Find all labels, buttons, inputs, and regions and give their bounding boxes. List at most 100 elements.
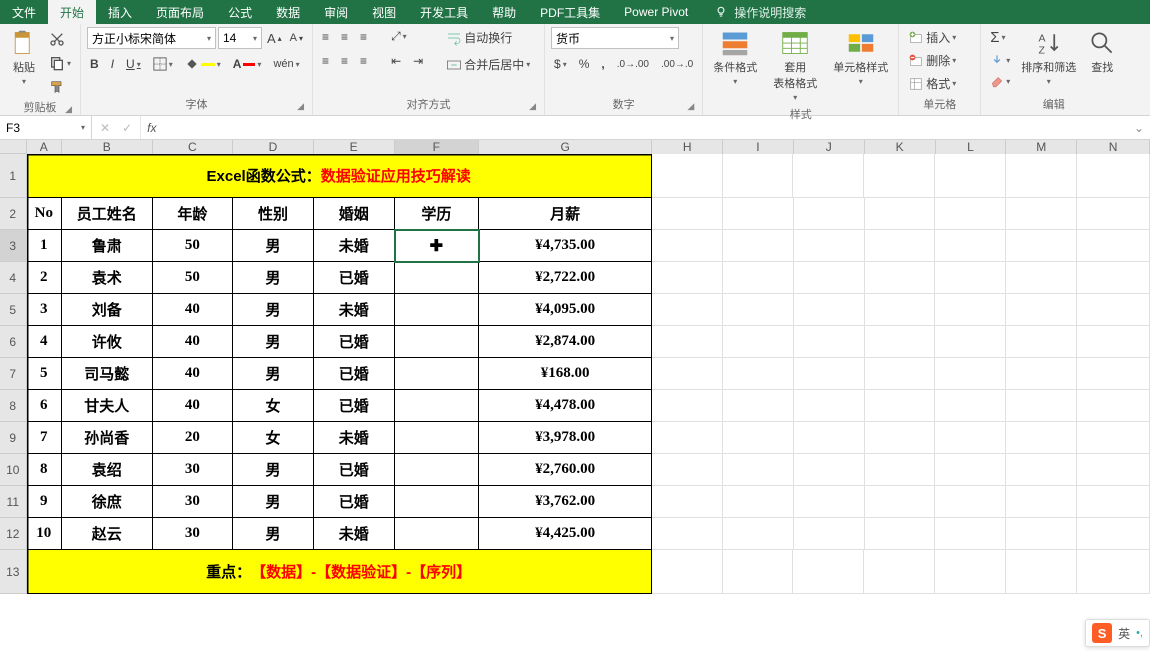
insert-cells-button[interactable]: 插入 ▾: [905, 27, 959, 48]
table-cell[interactable]: 徐庶: [62, 486, 152, 518]
format-as-table-button[interactable]: 套用 表格格式▾: [769, 27, 821, 104]
table-cell[interactable]: 司马懿: [62, 358, 152, 390]
cell[interactable]: [794, 326, 865, 358]
bold-button[interactable]: B: [87, 55, 102, 73]
increase-font-button[interactable]: A▴: [264, 29, 285, 48]
cell[interactable]: [794, 422, 865, 454]
cell[interactable]: [794, 358, 865, 390]
table-cell[interactable]: 男: [233, 486, 314, 518]
table-cell[interactable]: 刘备: [62, 294, 152, 326]
table-cell[interactable]: ¥3,978.00: [479, 422, 652, 454]
row-header[interactable]: 3: [0, 230, 27, 262]
cell[interactable]: [652, 454, 723, 486]
row-header[interactable]: 5: [0, 294, 27, 326]
align-middle-button[interactable]: ≡: [338, 28, 351, 46]
cell[interactable]: [935, 358, 1006, 390]
tab-data[interactable]: 数据: [264, 0, 312, 24]
decrease-indent-button[interactable]: ⇤: [388, 52, 404, 70]
cell[interactable]: [935, 454, 1006, 486]
cell[interactable]: [723, 390, 794, 422]
tab-developer[interactable]: 开发工具: [408, 0, 480, 24]
merge-center-button[interactable]: 合并后居中 ▾: [443, 54, 533, 75]
cell[interactable]: [1077, 358, 1150, 390]
cell[interactable]: [1006, 390, 1077, 422]
cell[interactable]: [1006, 230, 1077, 262]
table-cell[interactable]: 1: [27, 230, 63, 262]
autosum-button[interactable]: Σ ▾: [987, 27, 1013, 48]
cell[interactable]: [1006, 550, 1077, 594]
col-header[interactable]: N: [1077, 140, 1150, 154]
border-button[interactable]: ▾: [150, 55, 176, 73]
comma-button[interactable]: ,: [598, 55, 607, 73]
cell[interactable]: [794, 262, 865, 294]
fx-button[interactable]: fx: [141, 116, 162, 139]
cut-button[interactable]: [46, 29, 74, 49]
table-cell[interactable]: 40: [153, 326, 234, 358]
col-header[interactable]: J: [794, 140, 865, 154]
font-size-combo[interactable]: 14▾: [218, 27, 262, 49]
table-cell[interactable]: 男: [233, 454, 314, 486]
cell[interactable]: [935, 486, 1006, 518]
cell[interactable]: [1077, 326, 1150, 358]
cell[interactable]: [1077, 198, 1150, 230]
table-cell[interactable]: 未婚: [314, 518, 395, 550]
tab-home[interactable]: 开始: [48, 0, 96, 24]
table-cell[interactable]: [395, 262, 480, 294]
table-cell[interactable]: ¥2,722.00: [479, 262, 652, 294]
footer-cell[interactable]: 重点：【数据】-【数据验证】-【序列】: [27, 550, 652, 594]
cell[interactable]: [652, 262, 723, 294]
spreadsheet-grid[interactable]: A B C D E F G H I J K L M N 1Excel函数公式：数…: [0, 140, 1150, 655]
table-header[interactable]: 性别: [233, 198, 314, 230]
table-cell[interactable]: 40: [153, 294, 234, 326]
cell[interactable]: [865, 422, 936, 454]
col-header[interactable]: D: [233, 140, 314, 154]
cell[interactable]: [794, 198, 865, 230]
cell[interactable]: [723, 454, 794, 486]
cell[interactable]: [865, 294, 936, 326]
cell[interactable]: [652, 390, 723, 422]
cell[interactable]: [1077, 294, 1150, 326]
table-cell[interactable]: 8: [27, 454, 63, 486]
table-cell[interactable]: 女: [233, 422, 314, 454]
table-cell[interactable]: 袁绍: [62, 454, 152, 486]
table-cell[interactable]: 30: [153, 518, 234, 550]
cell[interactable]: [1077, 486, 1150, 518]
cell[interactable]: [1006, 294, 1077, 326]
row-header[interactable]: 2: [0, 198, 27, 230]
table-cell[interactable]: 袁术: [62, 262, 152, 294]
cell[interactable]: [793, 550, 864, 594]
wrap-text-button[interactable]: 自动换行: [443, 27, 533, 48]
cell[interactable]: [1077, 262, 1150, 294]
table-cell[interactable]: 30: [153, 486, 234, 518]
tell-me[interactable]: 操作说明搜索: [700, 0, 806, 24]
cell[interactable]: [723, 550, 794, 594]
cell[interactable]: [865, 358, 936, 390]
cell[interactable]: [794, 390, 865, 422]
table-cell[interactable]: 男: [233, 262, 314, 294]
cell[interactable]: [723, 154, 794, 198]
tab-review[interactable]: 审阅: [312, 0, 360, 24]
table-cell[interactable]: 30: [153, 454, 234, 486]
col-header[interactable]: A: [27, 140, 62, 154]
find-select-button[interactable]: 查找: [1084, 27, 1120, 77]
accounting-format-button[interactable]: $ ▾: [551, 55, 570, 73]
table-cell[interactable]: 男: [233, 230, 314, 262]
row-header[interactable]: 10: [0, 454, 27, 486]
col-header[interactable]: C: [153, 140, 234, 154]
enter-formula-icon[interactable]: ✓: [122, 121, 132, 135]
table-cell[interactable]: 已婚: [314, 358, 395, 390]
cell[interactable]: [794, 486, 865, 518]
col-header[interactable]: H: [652, 140, 723, 154]
cell[interactable]: [935, 154, 1006, 198]
title-cell[interactable]: Excel函数公式：数据验证应用技巧解读: [27, 154, 652, 198]
cell[interactable]: [723, 294, 794, 326]
table-cell[interactable]: 已婚: [314, 326, 395, 358]
italic-button[interactable]: I: [108, 55, 117, 73]
cell[interactable]: [652, 198, 723, 230]
table-cell[interactable]: 10: [27, 518, 63, 550]
table-cell[interactable]: 鲁肃: [62, 230, 152, 262]
paste-button[interactable]: 粘贴 ▾: [6, 27, 42, 88]
row-header[interactable]: 7: [0, 358, 27, 390]
increase-decimal-button[interactable]: .0→.00: [614, 57, 652, 72]
col-header[interactable]: E: [314, 140, 395, 154]
